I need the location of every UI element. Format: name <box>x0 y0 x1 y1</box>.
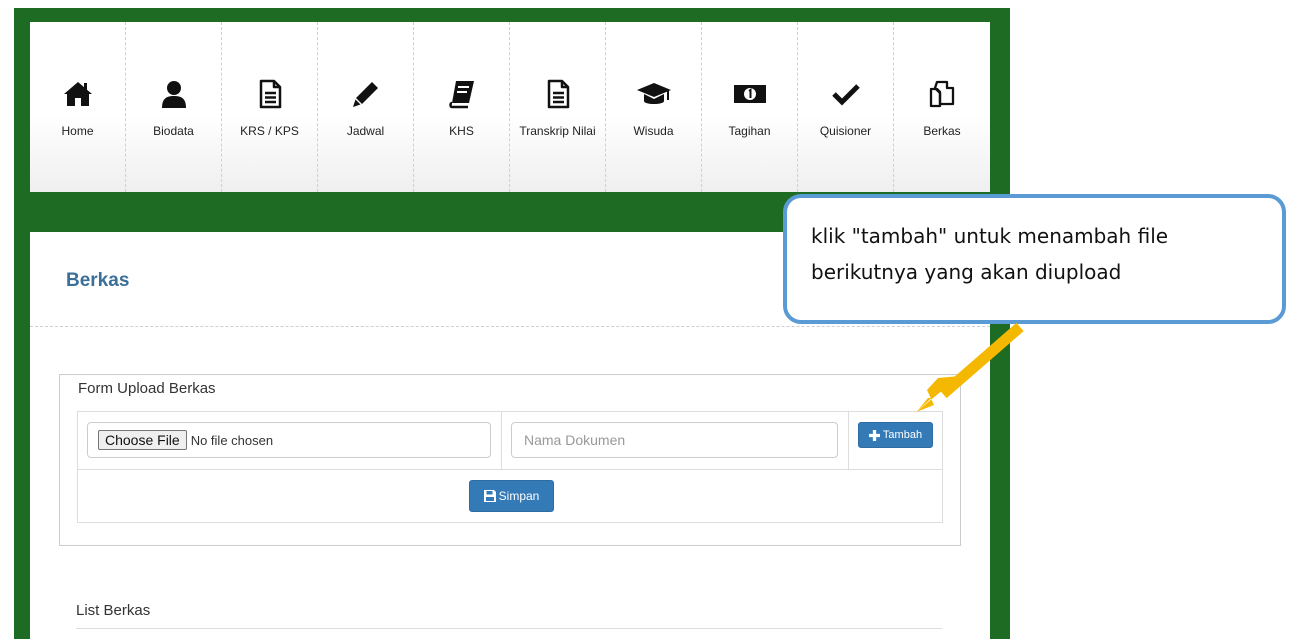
nav-label-transkrip-nilai: Transkrip Nilai <box>519 124 596 138</box>
nav-item-wisuda[interactable]: Wisuda <box>606 22 702 192</box>
nav-item-krs-kps[interactable]: KRS / KPS <box>222 22 318 192</box>
add-file-button[interactable]: Tambah <box>858 422 933 448</box>
main-navbar: Home Biodata KRS / KPS Jadwal KHS Transk… <box>30 22 990 192</box>
save-button[interactable]: Simpan <box>469 480 554 512</box>
add-file-label: Tambah <box>882 429 923 441</box>
file-text-icon <box>543 76 573 112</box>
nav-label-berkas: Berkas <box>923 124 961 138</box>
check-icon <box>831 76 861 112</box>
nav-label-khs: KHS <box>449 124 474 138</box>
nav-item-tagihan[interactable]: Tagihan <box>702 22 798 192</box>
title-divider <box>30 326 990 327</box>
files-icon <box>927 76 957 112</box>
annotation-callout: klik "tambah" untuk menambah file beriku… <box>783 194 1286 324</box>
nav-label-jadwal: Jadwal <box>346 124 385 138</box>
nav-label-quisioner: Quisioner <box>819 124 872 138</box>
file-status-text: No file chosen <box>190 432 274 448</box>
nav-item-jadwal[interactable]: Jadwal <box>318 22 414 192</box>
nav-label-krs-kps: KRS / KPS <box>240 124 299 138</box>
list-divider <box>76 628 942 629</box>
cell-divider <box>848 412 849 469</box>
user-icon <box>159 76 189 112</box>
form-legend: Form Upload Berkas <box>78 380 216 397</box>
page-title: Berkas <box>66 270 130 291</box>
list-title: List Berkas <box>76 602 151 619</box>
graduation-cap-icon <box>636 76 672 112</box>
nav-item-quisioner[interactable]: Quisioner <box>798 22 894 192</box>
home-icon <box>63 76 93 112</box>
plus-icon <box>868 429 880 441</box>
nav-item-berkas[interactable]: Berkas <box>894 22 990 192</box>
file-input[interactable]: Choose File No file chosen <box>87 422 491 458</box>
file-text-icon <box>255 76 285 112</box>
callout-text: klik "tambah" untuk menambah file beriku… <box>811 224 1169 284</box>
nav-item-home[interactable]: Home <box>30 22 126 192</box>
book-icon <box>447 76 477 112</box>
nav-label-home: Home <box>61 124 94 138</box>
nav-item-biodata[interactable]: Biodata <box>126 22 222 192</box>
nav-label-wisuda: Wisuda <box>633 124 674 138</box>
nav-item-transkrip-nilai[interactable]: Transkrip Nilai <box>510 22 606 192</box>
save-icon <box>483 490 496 502</box>
nav-label-biodata: Biodata <box>153 124 194 138</box>
pencil-icon <box>351 76 381 112</box>
document-name-input[interactable] <box>511 422 838 458</box>
money-icon <box>733 76 767 112</box>
upload-form: Form Upload Berkas Choose File No file c… <box>59 374 961 546</box>
cell-divider <box>501 412 502 469</box>
save-label: Simpan <box>498 489 540 503</box>
row-divider <box>78 469 942 470</box>
choose-file-button[interactable]: Choose File <box>98 430 187 450</box>
upload-table: Choose File No file chosen Tambah Simpan <box>77 411 943 523</box>
nav-item-khs[interactable]: KHS <box>414 22 510 192</box>
nav-label-tagihan: Tagihan <box>728 124 771 138</box>
